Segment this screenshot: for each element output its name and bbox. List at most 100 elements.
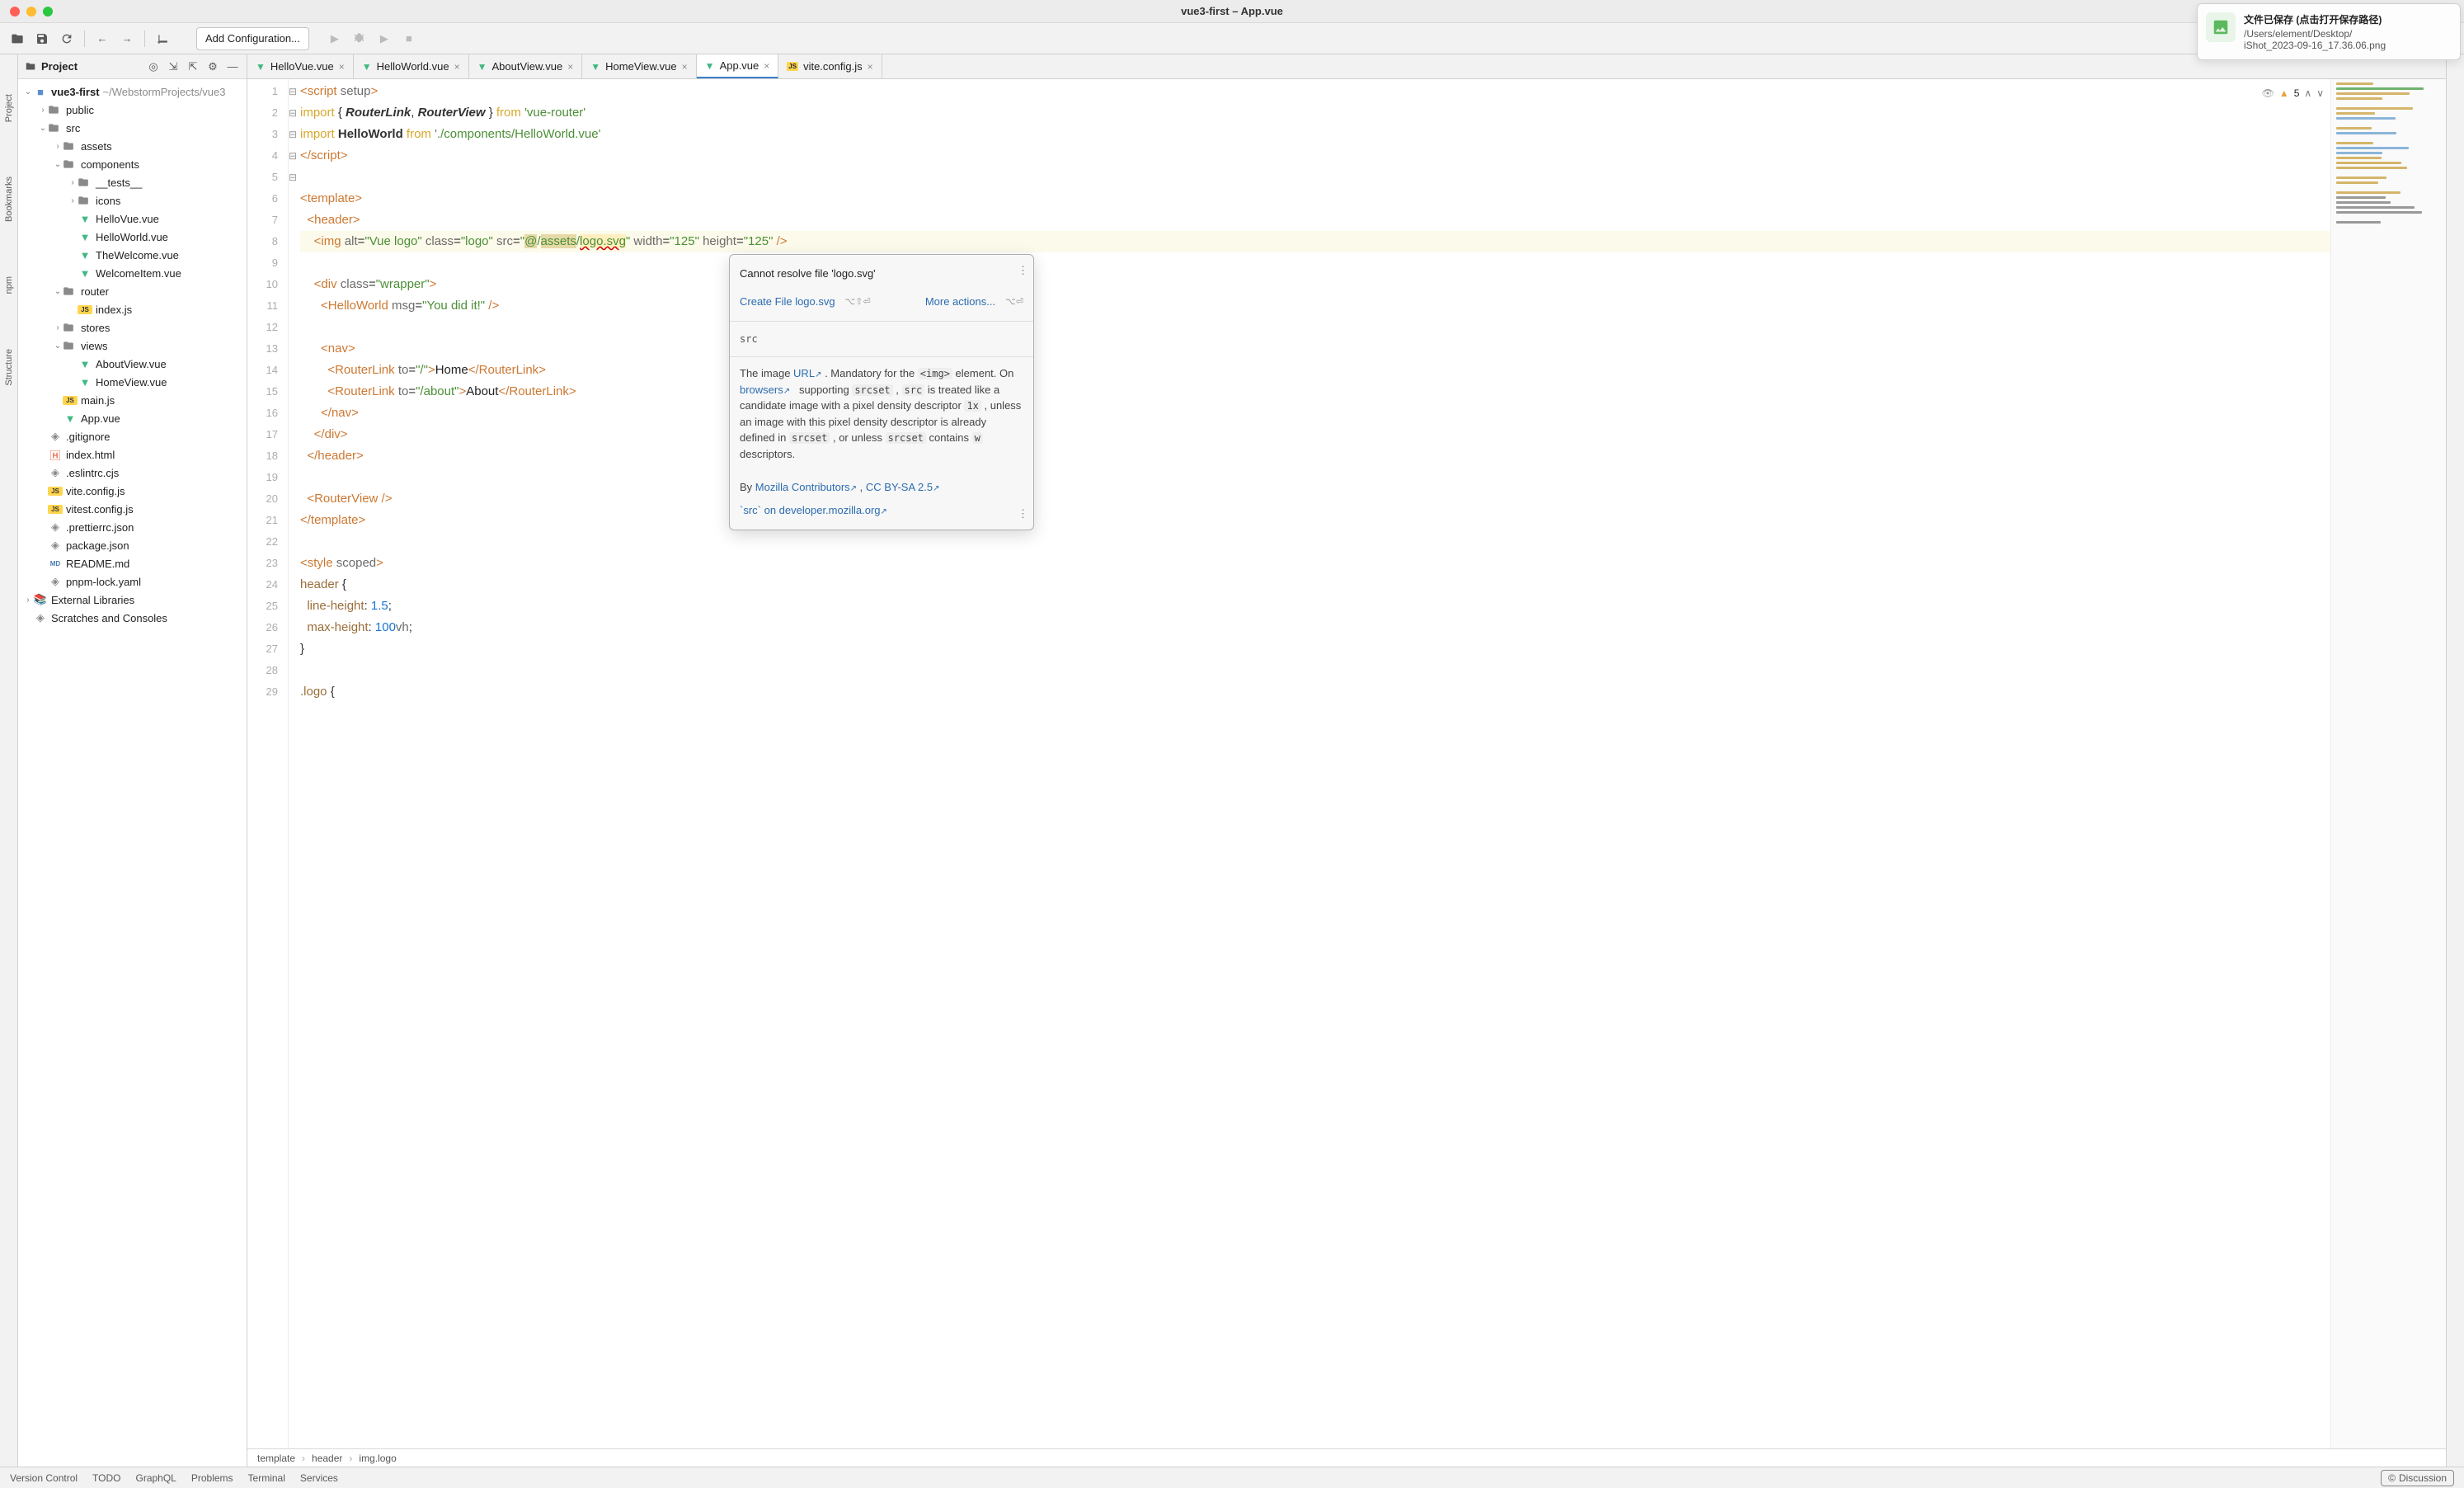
tree-row[interactable]: ›stores [18,318,247,337]
window-title: vue3-first – App.vue [1181,5,1283,17]
tree-row[interactable]: ›assets [18,137,247,155]
editor-tab[interactable]: ▼HomeView.vue× [582,54,696,78]
debug-icon[interactable] [349,28,370,49]
collapse-all-icon[interactable]: ⇱ [186,59,200,74]
discussion-button[interactable]: © Discussion [2381,1470,2454,1486]
tree-row[interactable]: ▼HomeView.vue [18,373,247,391]
close-tab-icon[interactable]: × [682,61,688,73]
close-tab-icon[interactable]: × [339,61,345,73]
tree-row[interactable]: 🄷index.html [18,445,247,464]
tree-row[interactable]: MDREADME.md [18,554,247,572]
bottom-tool-version-control[interactable]: Version Control [10,1472,78,1484]
editor-tab[interactable]: ▼App.vue× [697,54,779,78]
breadcrumb-item[interactable]: header [312,1453,342,1464]
build-icon[interactable] [152,28,173,49]
toast-path: /Users/element/Desktop/ [2244,28,2452,40]
tree-row[interactable]: ▼TheWelcome.vue [18,246,247,264]
tree-row[interactable]: ◈Scratches and Consoles [18,609,247,627]
create-file-action[interactable]: Create File logo.svg [740,291,835,313]
tree-row[interactable]: ▼HelloWorld.vue [18,228,247,246]
license-link[interactable]: CC BY-SA 2.5 [866,481,933,493]
browsers-link[interactable]: browsers [740,384,783,396]
tree-row[interactable]: JSvite.config.js [18,482,247,500]
tab-structure[interactable]: Structure [2,342,16,393]
main-toolbar: ← → Add Configuration... ▶ ▶ ■ [0,23,2464,54]
breadcrumb[interactable]: template›header›img.logo [247,1448,2446,1467]
close-tab-icon[interactable]: × [868,61,873,73]
bottom-tool-graphql[interactable]: GraphQL [136,1472,176,1484]
right-tool-strip [2446,54,2464,1467]
fold-gutter[interactable]: ⊟⊟⊟⊟⊟ [289,79,300,1448]
breadcrumb-item[interactable]: template [257,1453,295,1464]
tree-row[interactable]: JSmain.js [18,391,247,409]
tree-row[interactable]: JSvitest.config.js [18,500,247,518]
code-editor[interactable]: 💡 👁 ▲ 5 ∧ ∨ <script setup>import { Route… [300,79,2330,1448]
tree-row[interactable]: ▼WelcomeItem.vue [18,264,247,282]
next-highlight-icon[interactable]: ∨ [2316,82,2324,104]
run-icon[interactable]: ▶ [324,28,346,49]
hide-icon[interactable]: — [225,59,240,74]
contributors-link[interactable]: Mozilla Contributors [755,481,850,493]
tree-row[interactable]: ⌄router [18,282,247,300]
tree-row[interactable]: ›__tests__ [18,173,247,191]
inspection-summary[interactable]: 👁 ▲ 5 ∧ ∨ [2262,82,2324,104]
run-config-dropdown[interactable]: Add Configuration... [196,27,309,50]
close-tab-icon[interactable]: × [764,60,769,72]
close-tab-icon[interactable]: × [567,61,573,73]
popup-menu-icon-2[interactable]: ⋮ [1018,503,1028,525]
minimize-window-button[interactable] [26,7,36,16]
discussion-icon: © [2388,1472,2396,1484]
tree-row[interactable]: ›public [18,101,247,119]
maximize-window-button[interactable] [43,7,53,16]
minimap[interactable] [2330,79,2446,1448]
editor-tab[interactable]: ▼AboutView.vue× [469,54,583,78]
breadcrumb-item[interactable]: img.logo [359,1453,396,1464]
url-link[interactable]: URL [793,367,815,379]
tree-row[interactable]: ›📚External Libraries [18,591,247,609]
tree-row[interactable]: ⌄src [18,119,247,137]
open-file-icon[interactable] [7,28,28,49]
close-window-button[interactable] [10,7,20,16]
eye-off-icon[interactable]: 👁 [2262,82,2274,104]
run-with-coverage-icon[interactable]: ▶ [374,28,395,49]
tree-row[interactable]: ▼AboutView.vue [18,355,247,373]
settings-icon[interactable]: ⚙ [205,59,220,74]
tree-row[interactable]: ›icons [18,191,247,210]
more-actions-link[interactable]: More actions... [925,291,995,313]
editor-tab[interactable]: ▼HelloVue.vue× [247,54,354,78]
forward-icon[interactable]: → [116,28,138,49]
tree-row[interactable]: ▼HelloVue.vue [18,210,247,228]
sync-icon[interactable] [56,28,78,49]
editor-body[interactable]: 1234567891011121314151617181920212223242… [247,79,2446,1448]
expand-all-icon[interactable]: ⇲ [166,59,181,74]
prev-highlight-icon[interactable]: ∧ [2304,82,2311,104]
tab-bookmarks[interactable]: Bookmarks [2,170,16,228]
tree-row[interactable]: ⌄components [18,155,247,173]
tree-row[interactable]: JSindex.js [18,300,247,318]
stop-icon[interactable]: ■ [398,28,420,49]
close-tab-icon[interactable]: × [454,61,460,73]
bottom-tool-problems[interactable]: Problems [191,1472,233,1484]
notification-toast[interactable]: 文件已保存 (点击打开保存路径) /Users/element/Desktop/… [2197,3,2461,60]
locate-icon[interactable]: ◎ [146,59,161,74]
back-icon[interactable]: ← [92,28,113,49]
tree-row[interactable]: ◈.gitignore [18,427,247,445]
editor-tab[interactable]: ▼HelloWorld.vue× [354,54,469,78]
tree-row[interactable]: ◈.eslintrc.cjs [18,464,247,482]
bottom-tool-services[interactable]: Services [300,1472,338,1484]
project-tree[interactable]: ⌄ ■ vue3-first ~/WebstormProjects/vue3 ›… [18,79,247,1467]
tree-row[interactable]: ⌄views [18,337,247,355]
bottom-tool-todo[interactable]: TODO [92,1472,120,1484]
mdn-link[interactable]: `src` on developer.mozilla.org [740,504,881,516]
bottom-tool-terminal[interactable]: Terminal [248,1472,285,1484]
tree-root[interactable]: ⌄ ■ vue3-first ~/WebstormProjects/vue3 [18,82,247,101]
tree-row[interactable]: ◈pnpm-lock.yaml [18,572,247,591]
editor-tab[interactable]: JSvite.config.js× [778,54,882,78]
tree-row[interactable]: ◈package.json [18,536,247,554]
popup-menu-icon[interactable]: ⋮ [1018,260,1028,281]
tab-project[interactable]: Project [2,87,16,129]
tree-row[interactable]: ▼App.vue [18,409,247,427]
tree-row[interactable]: ◈.prettierrc.json [18,518,247,536]
save-icon[interactable] [31,28,53,49]
tab-npm[interactable]: npm [2,270,16,300]
